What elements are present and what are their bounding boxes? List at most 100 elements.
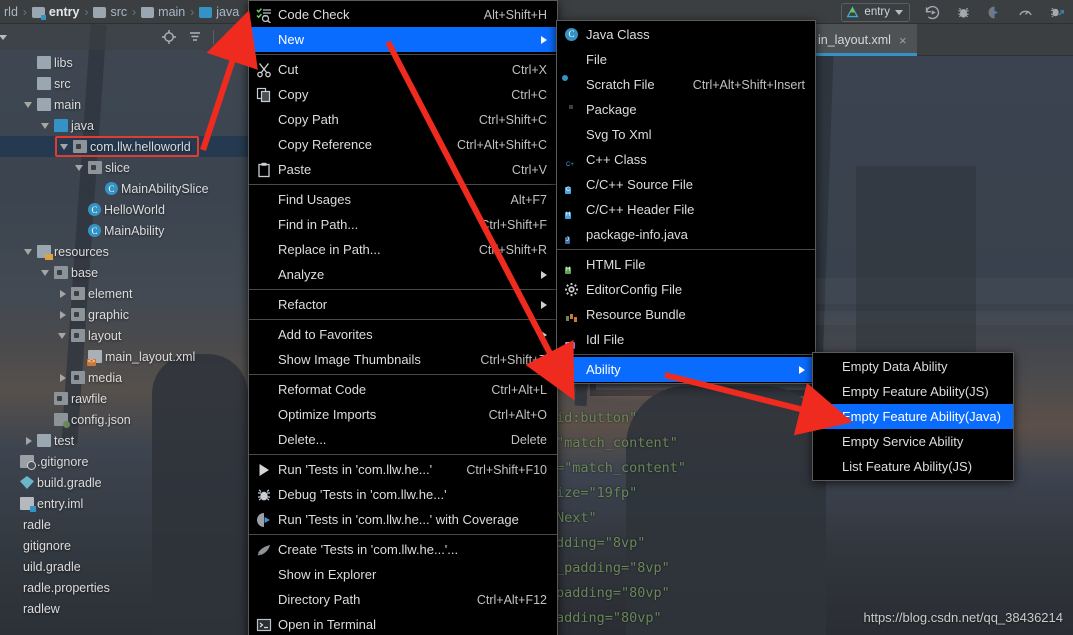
breadcrumb-item[interactable]: main	[137, 5, 189, 19]
menu-item[interactable]: IDL Idl File	[557, 327, 815, 352]
menu-item[interactable]: Code Check Alt+Shift+H	[249, 2, 557, 27]
twisty-expanded-icon[interactable]	[59, 140, 72, 153]
settings-gear-icon[interactable]	[224, 29, 240, 45]
twisty-expanded-icon[interactable]	[40, 119, 53, 132]
breadcrumb-item[interactable]: rld	[0, 5, 22, 19]
run-icon[interactable]	[924, 4, 941, 21]
menu-item[interactable]: Replace in Path... Ctrl+Shift+R	[249, 237, 557, 262]
menu-item[interactable]: Cut Ctrl+X	[249, 57, 557, 82]
new-submenu[interactable]: C Java Class File Scratch File Ctrl+Alt+Shif…	[556, 20, 816, 384]
breadcrumb[interactable]: rld › entry › src › main › java	[0, 0, 243, 24]
menu-item[interactable]: Resource Bundle	[557, 302, 815, 327]
tree-row[interactable]: main	[0, 94, 248, 115]
menu-item[interactable]: Empty Data Ability	[813, 354, 1013, 379]
menu-item[interactable]: H HTML File	[557, 252, 815, 277]
context-menu[interactable]: Code Check Alt+Shift+H New Cut Ctrl+X Copy Ctr…	[248, 0, 558, 635]
menu-item[interactable]: Find in Path... Ctrl+Shift+F	[249, 212, 557, 237]
tree-row[interactable]: entry.iml	[0, 493, 248, 514]
menu-item[interactable]: File	[557, 47, 815, 72]
menu-item[interactable]: H C/C++ Header File	[557, 197, 815, 222]
tree-row[interactable]: C MainAbility	[0, 220, 248, 241]
menu-item[interactable]: Show in Explorer	[249, 562, 557, 587]
tree-row[interactable]: java	[0, 115, 248, 136]
tree-row[interactable]: radlew	[0, 598, 248, 619]
twisty-collapsed-icon[interactable]	[57, 287, 70, 300]
attach-debugger-icon[interactable]	[1048, 4, 1065, 21]
run-with-coverage-icon[interactable]	[986, 4, 1003, 21]
tree-row[interactable]: rawfile	[0, 388, 248, 409]
debug-icon[interactable]	[955, 4, 972, 21]
menu-item[interactable]: Copy Reference Ctrl+Alt+Shift+C	[249, 132, 557, 157]
tree-row[interactable]: media	[0, 367, 248, 388]
menu-item[interactable]: Analyze	[249, 262, 557, 287]
run-configuration-selector[interactable]: entry	[841, 2, 910, 22]
twisty-collapsed-icon[interactable]	[57, 308, 70, 321]
twisty-expanded-icon[interactable]	[74, 161, 87, 174]
menu-item[interactable]: Run 'Tests in 'com.llw.he...' with Cover…	[249, 507, 557, 532]
project-tool-window[interactable]: ct libs src main java com.llw.helloworld slic…	[0, 24, 248, 635]
tree-row[interactable]: graphic	[0, 304, 248, 325]
tree-row[interactable]: uild.gradle	[0, 556, 248, 577]
chevron-down-icon[interactable]	[895, 9, 903, 15]
menu-item[interactable]: EditorConfig File	[557, 277, 815, 302]
run-toolbar[interactable]: entry	[841, 0, 1073, 24]
menu-item[interactable]: Debug 'Tests in 'com.llw.he...'	[249, 482, 557, 507]
locate-icon[interactable]	[161, 29, 177, 45]
profiler-icon[interactable]	[1017, 4, 1034, 21]
menu-item[interactable]: Open in Terminal	[249, 612, 557, 635]
collapse-all-icon[interactable]	[187, 29, 203, 45]
tree-row[interactable]: build.gradle	[0, 472, 248, 493]
menu-item[interactable]: Show Image Thumbnails Ctrl+Shift+T	[249, 347, 557, 372]
breadcrumb-item[interactable]: entry	[28, 5, 84, 20]
tree-row[interactable]: test	[0, 430, 248, 451]
tree-row[interactable]: layout	[0, 325, 248, 346]
chevron-down-icon[interactable]	[0, 34, 7, 40]
menu-item[interactable]: Find Usages Alt+F7	[249, 187, 557, 212]
menu-item[interactable]: Run 'Tests in 'com.llw.he...' Ctrl+Shift+…	[249, 457, 557, 482]
tree-row[interactable]: C HelloWorld	[0, 199, 248, 220]
menu-item[interactable]: Ability	[557, 357, 815, 382]
menu-item[interactable]: Create 'Tests in 'com.llw.he...'...	[249, 537, 557, 562]
menu-item[interactable]: List Feature Ability(JS)	[813, 454, 1013, 479]
menu-item[interactable]: Jpackage-info.java	[557, 222, 815, 247]
tree-row[interactable]: base	[0, 262, 248, 283]
menu-item[interactable]: Svg To Xml	[557, 122, 815, 147]
menu-item[interactable]: Optimize Imports Ctrl+Alt+O	[249, 402, 557, 427]
menu-item[interactable]: Empty Feature Ability(JS)	[813, 379, 1013, 404]
tree-row[interactable]: radle.properties	[0, 577, 248, 598]
tree-row[interactable]: resources	[0, 241, 248, 262]
tree-row[interactable]: gitignore	[0, 535, 248, 556]
tree-row[interactable]: element	[0, 283, 248, 304]
twisty-expanded-icon[interactable]	[23, 98, 36, 111]
menu-item[interactable]: Copy Path Ctrl+Shift+C	[249, 107, 557, 132]
tree-row[interactable]: .gitignore	[0, 451, 248, 472]
menu-item[interactable]: Delete... Delete	[249, 427, 557, 452]
menu-item[interactable]: C Java Class	[557, 22, 815, 47]
twisty-expanded-icon[interactable]	[23, 245, 36, 258]
menu-item[interactable]: C C/C++ Source File	[557, 172, 815, 197]
menu-item[interactable]: Add to Favorites	[249, 322, 557, 347]
tree-row[interactable]: libs	[0, 52, 248, 73]
breadcrumb-item[interactable]: java	[195, 5, 243, 19]
tree-row[interactable]: main_layout.xml	[0, 346, 248, 367]
close-icon[interactable]: ×	[899, 33, 907, 48]
tree-row[interactable]: C MainAbilitySlice	[0, 178, 248, 199]
project-panel-title-group[interactable]: ct	[0, 30, 7, 44]
ability-submenu[interactable]: Empty Data Ability Empty Feature Ability(…	[812, 352, 1014, 481]
breadcrumb-item[interactable]: src	[89, 5, 131, 19]
menu-item[interactable]: Reformat Code Ctrl+Alt+L	[249, 377, 557, 402]
twisty-collapsed-icon[interactable]	[23, 434, 36, 447]
twisty-expanded-icon[interactable]	[57, 329, 70, 342]
tree-row[interactable]: config.json	[0, 409, 248, 430]
tree-row[interactable]: slice	[0, 157, 248, 178]
twisty-collapsed-icon[interactable]	[57, 371, 70, 384]
menu-item[interactable]: Refactor	[249, 292, 557, 317]
menu-item[interactable]: Package	[557, 97, 815, 122]
twisty-expanded-icon[interactable]	[40, 266, 53, 279]
menu-item[interactable]: Copy Ctrl+C	[249, 82, 557, 107]
tree-row[interactable]: com.llw.helloworld	[0, 136, 248, 157]
menu-item[interactable]: Empty Feature Ability(Java)	[813, 404, 1013, 429]
menu-item[interactable]: Scratch File Ctrl+Alt+Shift+Insert	[557, 72, 815, 97]
menu-item[interactable]: Empty Service Ability	[813, 429, 1013, 454]
menu-item[interactable]: Directory Path Ctrl+Alt+F12	[249, 587, 557, 612]
